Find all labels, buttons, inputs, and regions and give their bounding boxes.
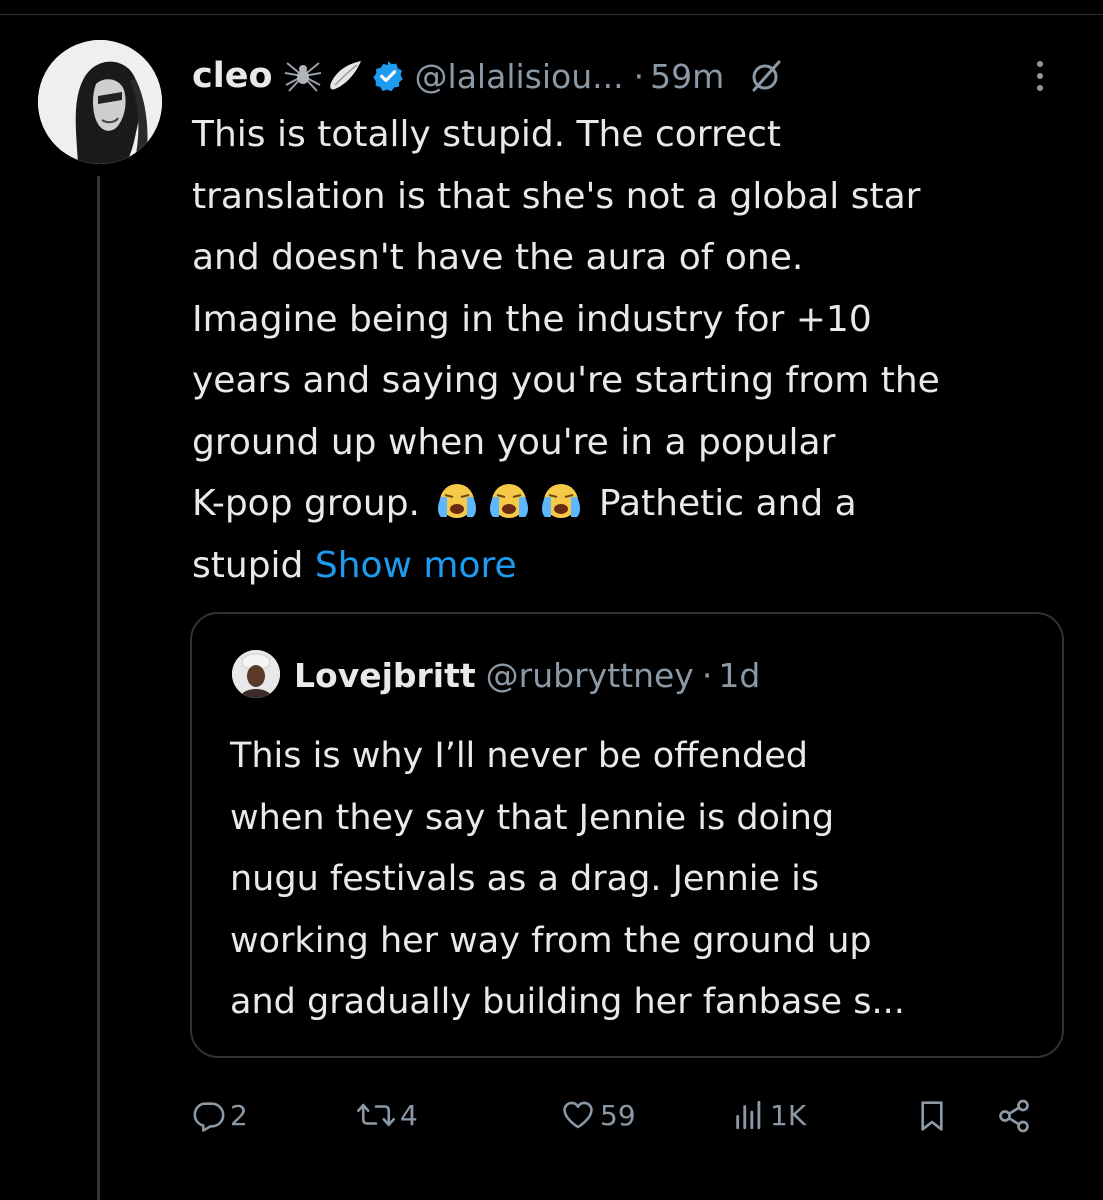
timestamp[interactable]: 59m <box>650 57 724 96</box>
tweet-line-part: Pathetic and a <box>587 483 857 524</box>
crying-face-emoji <box>542 484 581 518</box>
action-bar: 2 4 59 1K <box>188 1090 1058 1146</box>
separator-dot: · <box>633 56 645 96</box>
author-avatar[interactable] <box>38 40 162 164</box>
tweet-line: This is totally stupid. The correct <box>192 114 782 155</box>
heart-icon <box>563 1101 593 1129</box>
tweet-line: K-pop group. Pathetic and a <box>192 473 1072 535</box>
reply-count: 2 <box>230 1098 248 1132</box>
wing-emoji <box>329 61 361 90</box>
share-icon <box>999 1099 1029 1133</box>
quoted-line: working her way from the ground up <box>230 920 872 961</box>
tweet-line: ground up when you're in a popular <box>192 421 836 463</box>
quoted-line: and gradually building her fanbase s... <box>230 982 905 1022</box>
show-more-link[interactable]: Show more <box>315 545 517 586</box>
crying-face-emoji <box>490 484 529 518</box>
quoted-header: Lovejbritt @rubryttney · 1d <box>294 650 760 700</box>
tweet-line: Imagine being in the industry for +10 <box>192 298 872 340</box>
like-count: 59 <box>600 1098 636 1132</box>
reply-icon <box>193 1102 225 1132</box>
grok-icon[interactable] <box>748 58 784 94</box>
quoted-author-handle[interactable]: @rubryttney <box>486 656 694 695</box>
quoted-tweet[interactable]: Lovejbritt @rubryttney · 1d This is why … <box>190 612 1064 1058</box>
tweet-header: cleo @lalalisiou... · 59m <box>192 52 784 100</box>
author-name[interactable]: cleo <box>192 56 273 96</box>
verified-badge-icon <box>372 61 403 92</box>
quoted-text: This is why I’ll never be offended when … <box>230 726 1050 1034</box>
views-icon <box>736 1100 761 1130</box>
tweet-line: and doesn't have the aura of one. <box>192 237 804 278</box>
quoted-timestamp[interactable]: 1d <box>718 656 760 695</box>
tweet-line: stupid Show more <box>192 535 1072 597</box>
reply-button[interactable]: 2 <box>192 1098 248 1132</box>
quoted-separator-dot: · <box>701 655 713 695</box>
bookmark-icon <box>921 1101 943 1131</box>
top-divider <box>0 14 1103 15</box>
repost-count: 4 <box>400 1098 418 1132</box>
more-options-icon[interactable] <box>1032 58 1048 94</box>
quoted-author-avatar[interactable] <box>232 650 280 698</box>
tweet-line: translation is that she's not a global s… <box>192 175 921 217</box>
repost-button[interactable]: 4 <box>356 1098 418 1132</box>
like-button[interactable]: 59 <box>560 1098 636 1132</box>
author-handle[interactable]: @lalalisiou... <box>415 57 624 96</box>
crying-face-emoji <box>438 484 477 518</box>
quoted-author-name[interactable]: Lovejbritt <box>294 656 476 695</box>
tweet-line-part: stupid <box>192 544 315 586</box>
tweet-text: This is totally stupid. The correct tran… <box>192 104 1072 596</box>
tweet-line-part: K-pop group. <box>192 483 432 524</box>
quoted-line: This is why I’ll never be offended <box>230 736 808 776</box>
bookmark-button[interactable] <box>916 1098 948 1134</box>
repost-icon <box>357 1103 395 1127</box>
quoted-line: when they say that Jennie is doing <box>230 797 835 838</box>
quoted-line: nugu festivals as a drag. Jennie is <box>230 859 820 899</box>
tweet-line: years and saying you're starting from th… <box>192 360 940 401</box>
spider-emoji <box>284 62 321 92</box>
views-count: 1K <box>770 1098 807 1132</box>
views-button[interactable]: 1K <box>732 1098 806 1132</box>
name-emoji-strip <box>283 59 363 93</box>
thread-line <box>97 176 100 1200</box>
share-button[interactable] <box>996 1098 1032 1134</box>
